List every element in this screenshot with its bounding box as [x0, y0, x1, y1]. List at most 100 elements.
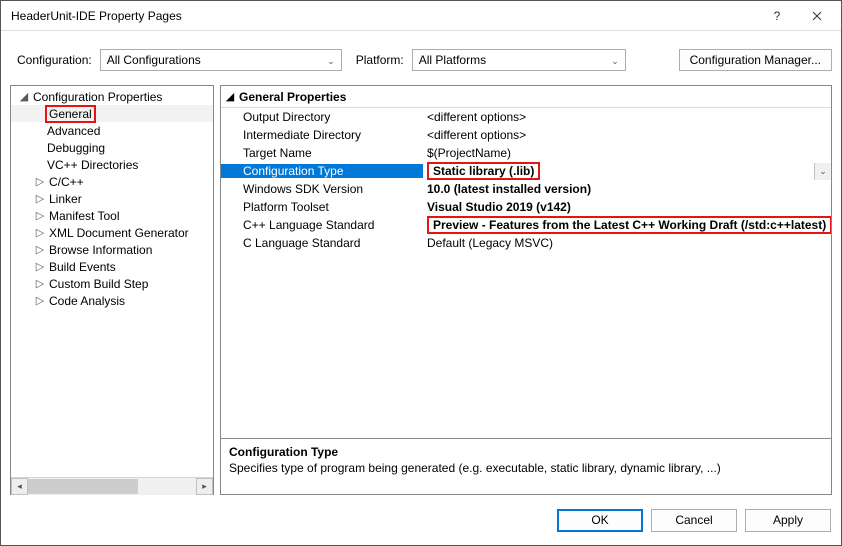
description-title: Configuration Type [229, 445, 823, 459]
tree-item[interactable]: Debugging [11, 139, 213, 156]
configuration-value: All Configurations [107, 53, 201, 67]
property-value[interactable]: Static library (.lib) [423, 162, 814, 180]
tree-item[interactable]: ▷Browse Information [11, 241, 213, 258]
chevron-right-icon: ▷ [33, 175, 47, 188]
chevron-right-icon: ▷ [33, 226, 47, 239]
chevron-right-icon: ▷ [33, 243, 47, 256]
chevron-right-icon: ▷ [33, 277, 47, 290]
tree-item-label: Build Events [47, 260, 118, 274]
property-value[interactable]: Preview - Features from the Latest C++ W… [423, 216, 831, 234]
property-value-text: Visual Studio 2019 (v142) [427, 200, 571, 214]
close-button[interactable] [797, 2, 837, 30]
tree-item-label: C/C++ [47, 175, 86, 189]
scroll-right-button[interactable]: ▸ [196, 478, 213, 495]
property-row[interactable]: Target Name $(ProjectName) [221, 144, 831, 162]
property-value-text: <different options> [427, 128, 526, 142]
tree-item-label: Debugging [45, 141, 107, 155]
tree-root[interactable]: ◢ Configuration Properties [11, 88, 213, 105]
tree-item[interactable]: ▷Custom Build Step [11, 275, 213, 292]
scroll-track[interactable] [28, 478, 196, 495]
tree-item[interactable]: ▷Manifest Tool [11, 207, 213, 224]
property-value-text: Preview - Features from the Latest C++ W… [427, 216, 831, 234]
main: ◢ Configuration Properties GeneralAdvanc… [1, 85, 841, 495]
dropdown-button[interactable]: ⌄ [814, 163, 831, 180]
property-key: Target Name [221, 146, 423, 160]
chevron-right-icon: ▷ [33, 209, 47, 222]
property-row[interactable]: Intermediate Directory <different options… [221, 126, 831, 144]
configuration-select[interactable]: All Configurations ⌄ [100, 49, 342, 71]
tree-item[interactable]: ▷Build Events [11, 258, 213, 275]
property-key: Configuration Type [221, 164, 423, 178]
apply-button[interactable]: Apply [745, 509, 831, 532]
chevron-down-icon: ⌄ [611, 56, 619, 67]
help-button[interactable]: ? [757, 2, 797, 30]
property-value-text: Default (Legacy MSVC) [427, 236, 553, 250]
ok-button[interactable]: OK [557, 509, 643, 532]
tree[interactable]: ◢ Configuration Properties GeneralAdvanc… [11, 86, 213, 477]
tree-item[interactable]: General [11, 105, 213, 122]
tree-item[interactable]: Advanced [11, 122, 213, 139]
tree-item[interactable]: ▷C/C++ [11, 173, 213, 190]
scroll-left-button[interactable]: ◂ [11, 478, 28, 495]
property-row[interactable]: C++ Language StandardPreview - Features … [221, 216, 831, 234]
property-key: Intermediate Directory [221, 128, 423, 142]
property-grid: Output Directory<different options>Inter… [221, 108, 831, 438]
platform-select[interactable]: All Platforms ⌄ [412, 49, 626, 71]
tree-item-label: Code Analysis [47, 294, 127, 308]
property-key: Platform Toolset [221, 200, 423, 214]
chevron-right-icon: ▷ [33, 192, 47, 205]
tree-item-label: Browse Information [47, 243, 154, 257]
scroll-thumb[interactable] [28, 479, 138, 494]
tree-item-label: Manifest Tool [47, 209, 121, 223]
property-group-title: General Properties [239, 90, 346, 104]
chevron-down-icon: ⌄ [327, 56, 335, 67]
cancel-button[interactable]: Cancel [651, 509, 737, 532]
property-value[interactable]: <different options> [423, 128, 831, 142]
property-row[interactable]: Platform Toolset Visual Studio 2019 (v142… [221, 198, 831, 216]
description-pane: Configuration Type Specifies type of pro… [221, 438, 831, 494]
tree-item-label: Linker [47, 192, 84, 206]
topbar: Configuration: All Configurations ⌄ Plat… [1, 31, 841, 85]
description-text: Specifies type of program being generate… [229, 461, 823, 475]
property-row[interactable]: C Language Standard Default (Legacy MSVC) [221, 234, 831, 252]
window-title: HeaderUnit-IDE Property Pages [11, 9, 757, 23]
property-value-text: $(ProjectName) [427, 146, 511, 160]
tree-item-label: VC++ Directories [45, 158, 140, 172]
chevron-right-icon: ▷ [33, 294, 47, 307]
tree-item[interactable]: VC++ Directories [11, 156, 213, 173]
tree-item-label: XML Document Generator [47, 226, 191, 240]
property-value[interactable]: 10.0 (latest installed version) [423, 182, 831, 196]
platform-label: Platform: [356, 53, 404, 67]
property-key: C Language Standard [221, 236, 423, 250]
property-panel: ◢ General Properties Output Directory <di… [220, 85, 832, 495]
property-value[interactable]: $(ProjectName) [423, 146, 831, 160]
property-group-header[interactable]: ◢ General Properties [221, 86, 831, 108]
tree-hscrollbar[interactable]: ◂ ▸ [11, 477, 213, 494]
chevron-down-icon: ◢ [221, 90, 239, 103]
property-value[interactable]: Visual Studio 2019 (v142) [423, 200, 831, 214]
property-row[interactable]: Configuration Type Static library (.lib) ⌄ [221, 162, 831, 180]
property-key: Windows SDK Version [221, 182, 423, 196]
property-value[interactable]: <different options> [423, 110, 831, 124]
configuration-manager-button[interactable]: Configuration Manager... [679, 49, 832, 71]
chevron-right-icon: ▷ [33, 260, 47, 273]
property-key: Output Directory [221, 110, 423, 124]
tree-item[interactable]: ▷Linker [11, 190, 213, 207]
tree-item[interactable]: ▷Code Analysis [11, 292, 213, 309]
configuration-label: Configuration: [17, 53, 92, 67]
property-value[interactable]: Default (Legacy MSVC) [423, 236, 831, 250]
chevron-down-icon: ◢ [17, 90, 31, 103]
property-row[interactable]: Windows SDK Version 10.0 (latest installe… [221, 180, 831, 198]
close-icon [812, 11, 822, 21]
property-value-text: Static library (.lib) [427, 162, 540, 180]
property-value-text: <different options> [427, 110, 526, 124]
property-row[interactable]: Output Directory <different options> [221, 108, 831, 126]
tree-root-label: Configuration Properties [31, 90, 164, 104]
tree-panel: ◢ Configuration Properties GeneralAdvanc… [10, 85, 214, 495]
tree-item-label: General [45, 105, 96, 123]
tree-item[interactable]: ▷XML Document Generator [11, 224, 213, 241]
property-value-text: 10.0 (latest installed version) [427, 182, 591, 196]
tree-item-label: Advanced [45, 124, 102, 138]
tree-item-label: Custom Build Step [47, 277, 150, 291]
platform-value: All Platforms [419, 53, 486, 67]
